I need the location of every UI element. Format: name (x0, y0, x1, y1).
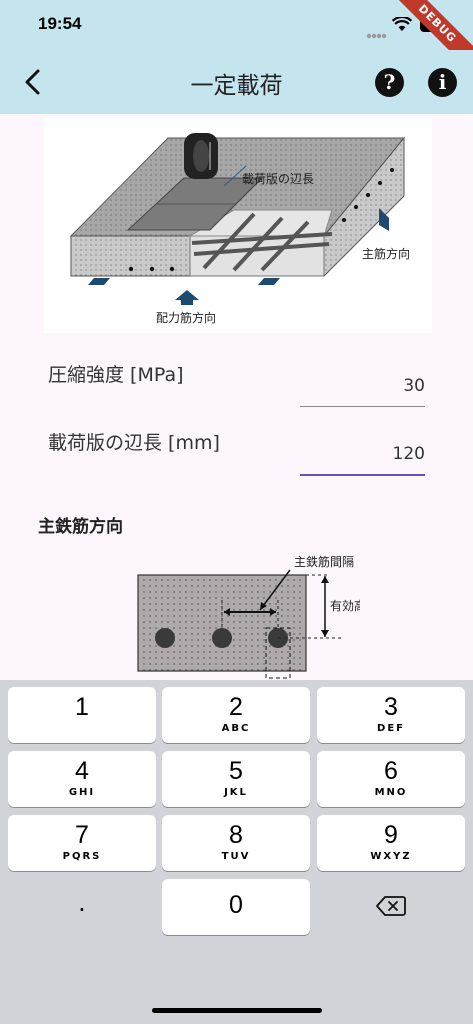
home-indicator (152, 1008, 322, 1013)
status-time: 19:54 (38, 14, 82, 33)
plate-side-input[interactable]: 120 (300, 444, 425, 476)
key-9[interactable]: 9 WXYZ (317, 815, 465, 871)
status-bar: 19:54 DEBUG (0, 0, 473, 81)
key-6[interactable]: 6 MNO (317, 751, 465, 807)
signal-icon (366, 24, 388, 43)
key-5[interactable]: 5 JKL (162, 751, 310, 807)
key-2[interactable]: 2 ABC (162, 687, 310, 743)
label-main-direction: 主筋方向 (362, 246, 410, 261)
plate-side-label: 載荷版の辺長 [mm] (48, 432, 220, 454)
help-icon[interactable]: ? (375, 68, 404, 97)
backspace-icon (376, 895, 406, 921)
key-0[interactable]: 0 (162, 879, 310, 935)
plate-side-field: 載荷版の辺長 [mm] 120 (48, 428, 425, 476)
key-8[interactable]: 8 TUV (162, 815, 310, 871)
key-delete[interactable] (317, 879, 465, 935)
key-4[interactable]: 4 GHI (8, 751, 156, 807)
key-1[interactable]: 1 (8, 687, 156, 743)
key-7[interactable]: 7 PQRS (8, 815, 156, 871)
compressive-strength-input[interactable]: 30 (300, 376, 425, 407)
rebar-section-diagram: 主鉄筋間隔 有効高さ (130, 548, 378, 680)
label-rebar-spacing: 主鉄筋間隔 (294, 554, 354, 569)
compressive-strength-field: 圧縮強度 [MPa] 30 (48, 360, 425, 407)
label-plate-side: 載荷版の辺長 (242, 172, 314, 186)
app-bar: 一定載荷 ? i (0, 50, 473, 114)
section-title: 主鉄筋方向 (38, 517, 123, 537)
numeric-keyboard: 1 2 ABC 3 DEF 4 GHI 5 JKL 6 MNO 7 PQRS 8 TUV 9W… (0, 680, 473, 1024)
slab-diagram: 載荷版の辺長 主筋方向 配力筋方向 (44, 118, 432, 333)
info-icon[interactable]: i (428, 68, 457, 97)
key-3[interactable]: 3 DEF (317, 687, 465, 743)
label-effective-depth: 有効高さ (330, 598, 360, 613)
wifi-icon (391, 15, 413, 36)
label-distribution-direction: 配力筋方向 (156, 310, 216, 325)
compressive-strength-label: 圧縮強度 [MPa] (48, 364, 184, 386)
key-decimal[interactable]: . (8, 879, 156, 935)
